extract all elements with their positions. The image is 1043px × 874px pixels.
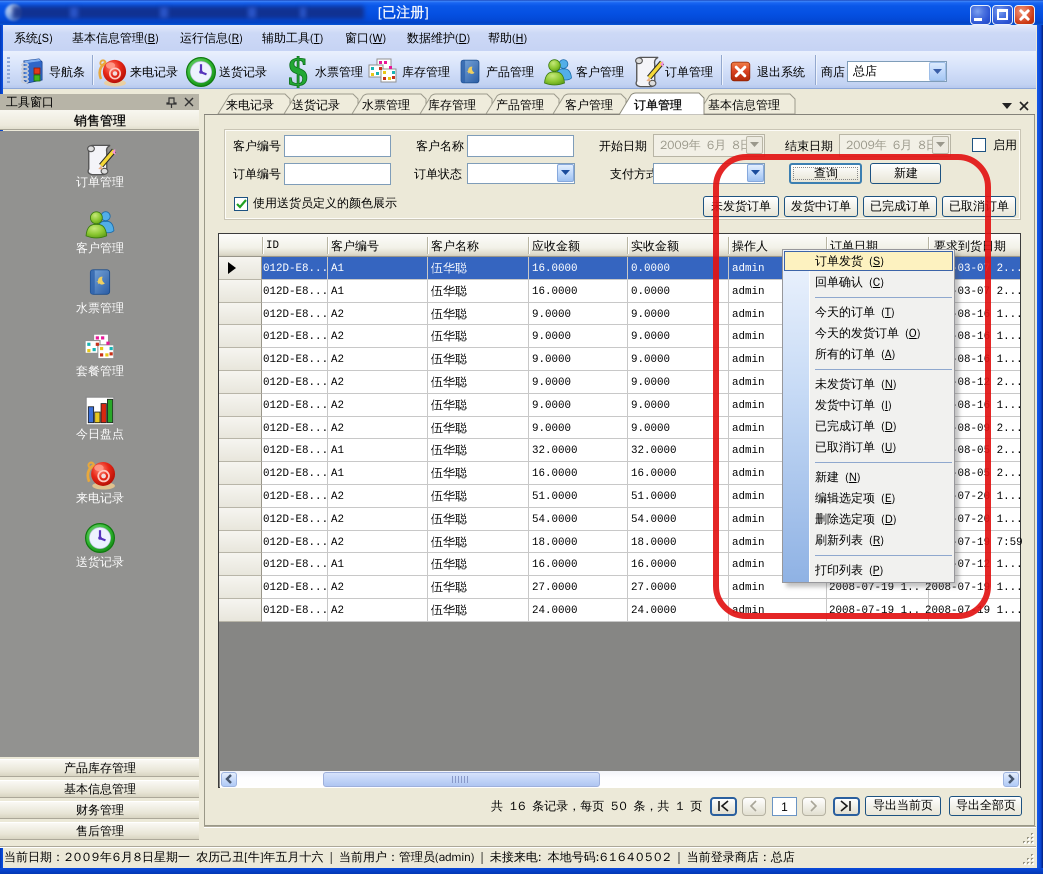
svg-text:$: $ <box>288 56 308 88</box>
